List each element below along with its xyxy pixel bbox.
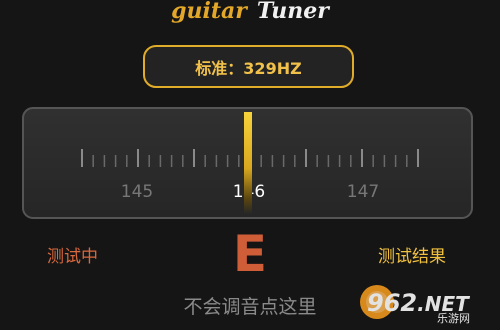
app-title-tuner: Tuner <box>256 0 329 24</box>
scale-label-right: 147 <box>346 182 380 202</box>
standard-frequency-box[interactable]: 标准：329HZ <box>143 45 354 88</box>
app-title-guitar: guitar <box>171 0 247 24</box>
testing-status-label: 测试中 <box>47 247 98 267</box>
tuner-meter-panel: 145 146 147 <box>22 107 473 219</box>
tuner-needle <box>244 112 252 214</box>
standard-frequency-label: 标准：329HZ <box>195 58 302 78</box>
scale-label-left: 145 <box>120 182 154 202</box>
site-watermark-logo: 962.NET 乐游网 <box>360 285 470 324</box>
test-result-button[interactable]: 测试结果 <box>378 242 446 267</box>
watermark-subtitle-text: 乐游网 <box>437 312 470 324</box>
detected-note: E <box>232 225 268 283</box>
tuning-help-link[interactable]: 不会调音点这里 <box>150 292 350 319</box>
app-title: guitar Tuner <box>0 0 500 30</box>
